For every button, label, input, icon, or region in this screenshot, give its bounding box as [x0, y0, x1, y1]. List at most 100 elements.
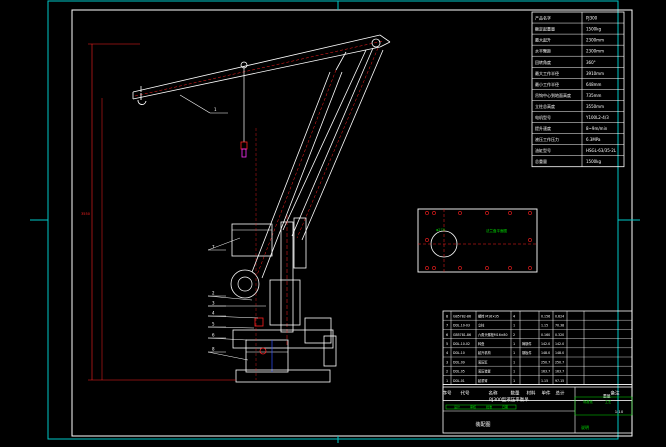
spec-label-9: 立柱总高度: [535, 103, 555, 109]
spec-value-10: Y100L2-4/3: [585, 115, 609, 120]
bom-qty-2: 1: [513, 324, 515, 328]
bom-header-material: 材料: [527, 390, 536, 397]
bom-qty-6: 1: [513, 360, 515, 364]
bom-name-1: 螺栓 M16×35: [478, 313, 499, 318]
bom-total-1: 0.624: [555, 314, 564, 318]
bom-total-6: 250.7: [555, 360, 564, 364]
spec-label-6: 最大工作半径: [535, 70, 559, 76]
bom-no-8: 1: [446, 379, 448, 383]
bom-no-5: 4: [446, 351, 448, 355]
title-process: 工艺: [605, 399, 611, 404]
bom-total-8: 97.15: [555, 379, 564, 383]
bom-code-3: GB5781-86: [453, 333, 471, 337]
bom-no-2: 7: [446, 324, 448, 328]
spec-value-6: 3910mm: [586, 71, 604, 76]
bom-header-remark: 备注: [611, 390, 620, 397]
bom-no-7: 2: [446, 370, 448, 374]
spec-value-8: 735mm: [586, 93, 602, 98]
bom-total-2: 70.38: [555, 324, 564, 328]
spec-label-4: 水平臂距: [535, 48, 551, 54]
bom-no-1: 8: [446, 314, 448, 318]
bom-weight-8: 1.15: [541, 379, 548, 383]
bom-header-no: 序号: [443, 390, 452, 397]
title-sheet-label: 装配图: [475, 421, 490, 428]
bom-code-1: GB5782-86: [453, 314, 471, 318]
bom-qty-5: 1: [513, 351, 515, 355]
bom-weight-2: 1.15: [541, 324, 548, 328]
spec-value-11: 8~9m/min: [586, 126, 608, 131]
bom-header-weight: 单件: [542, 390, 551, 397]
bom-name-4: 转盘: [478, 341, 485, 346]
bom-code-8: DDL.01: [453, 379, 465, 383]
spec-value-5: 360°: [586, 60, 596, 65]
title-scale: 1:10: [615, 409, 624, 414]
bom-name-6: 液压缸: [478, 359, 488, 364]
bom-weight-5: 148.0: [541, 351, 550, 355]
title-drawing-name: PJ300型液压平衡吊: [489, 396, 529, 403]
bom-no-6: 3: [446, 360, 448, 364]
spec-label-8: 吊钩中心到地面高度: [535, 92, 571, 98]
bom-name-7: 液压装置: [478, 369, 491, 374]
spec-label-12: 液压工作压力: [535, 136, 559, 142]
bom-weight-7: 163.7: [541, 370, 550, 374]
bom-qty-7: 1: [513, 370, 515, 374]
bom-weight-3: 0.160: [541, 333, 550, 337]
bom-total-4: 142.0: [555, 342, 564, 346]
bom-name-3: 六角头螺栓M16×80: [478, 332, 507, 337]
plate-center-label: φ270: [436, 228, 445, 232]
bom-code-7: DDL.05: [453, 370, 465, 374]
spec-value-1: PJ300: [586, 16, 598, 21]
spec-label-1: 产品名字: [535, 15, 551, 21]
bom-code-6: DDL.09: [453, 360, 465, 364]
bom-code-5: DDL.10: [453, 351, 465, 355]
bom-total-3: 0.320: [555, 333, 564, 337]
spec-value-2: 1500kg: [586, 27, 601, 32]
title-check: 审核: [470, 404, 476, 409]
title-date: 日期: [502, 404, 508, 409]
bom-header-code: 代号: [461, 390, 470, 397]
plate-label: 法兰盘平面图: [486, 228, 507, 233]
spec-label-10: 电机型号: [535, 114, 551, 120]
spec-value-4: 2300mm: [586, 49, 604, 54]
spec-value-3: 2300mm: [586, 38, 604, 43]
bom-qty-4: 1: [513, 342, 515, 346]
spec-label-5: 回转角度: [535, 59, 551, 65]
bom-no-3: 6: [446, 333, 448, 337]
bom-name-2: 立柱: [478, 323, 485, 328]
cad-drawing-canvas: 1 2 3 4 5 6 7 8 3550 法兰盘平面图 φ270 产品名字 PJ300 额定起重量 15…: [0, 0, 666, 443]
bom-header-weight-unit: 重量: [603, 394, 611, 399]
bom-material-5: 钢板件: [522, 350, 532, 355]
spec-label-13: 油缸型号: [535, 147, 551, 153]
title-school: 说明: [581, 424, 589, 430]
bom-total-7: 163.7: [555, 370, 564, 374]
bom-code-4: DDL.10-02: [453, 342, 470, 346]
bom-qty-1: 4: [513, 314, 515, 318]
bom-header-name: 名称: [489, 390, 498, 397]
bom-qty-3: 2: [513, 333, 515, 337]
bom-material-4: 铸钢件: [522, 341, 532, 346]
bom-header-total: 总计: [556, 390, 565, 397]
crane-assembly-drawing: 1 2 3 4 5 6 7 8 3550 法兰盘平面图 φ270 产品名字 PJ300 额定起重量 15…: [0, 0, 666, 443]
canvas-background: [0, 0, 666, 443]
spec-value-9: 3550mm: [586, 104, 604, 109]
spec-label-2: 额定起重量: [535, 26, 555, 32]
spec-value-12: 6.3MPa: [586, 137, 601, 142]
bom-total-5: 148.0: [555, 351, 564, 355]
spec-value-7: 648mm: [586, 82, 602, 87]
title-design: 设计: [454, 404, 460, 409]
bom-code-2: DDL.10-03: [453, 324, 470, 328]
bom-name-5: 起升机构: [478, 350, 491, 355]
spec-label-14: 总重量: [535, 158, 547, 164]
title-std: 标准化: [583, 399, 593, 404]
bom-weight-6: 250.7: [541, 360, 550, 364]
spec-label-3: 最大起升: [535, 37, 551, 43]
bom-weight-4: 142.0: [541, 342, 550, 346]
bom-header-qty: 数量: [511, 390, 520, 397]
spec-value-14: 1500kg: [586, 159, 601, 164]
spec-label-11: 提升速度: [535, 125, 551, 131]
title-approve: 批准: [486, 404, 492, 409]
dim-height-value: 3550: [81, 212, 90, 216]
bom-qty-8: 1: [513, 379, 515, 383]
spec-value-13: HSGL-63/35-2L: [586, 148, 617, 153]
spec-label-7: 最小工作半径: [535, 81, 559, 87]
